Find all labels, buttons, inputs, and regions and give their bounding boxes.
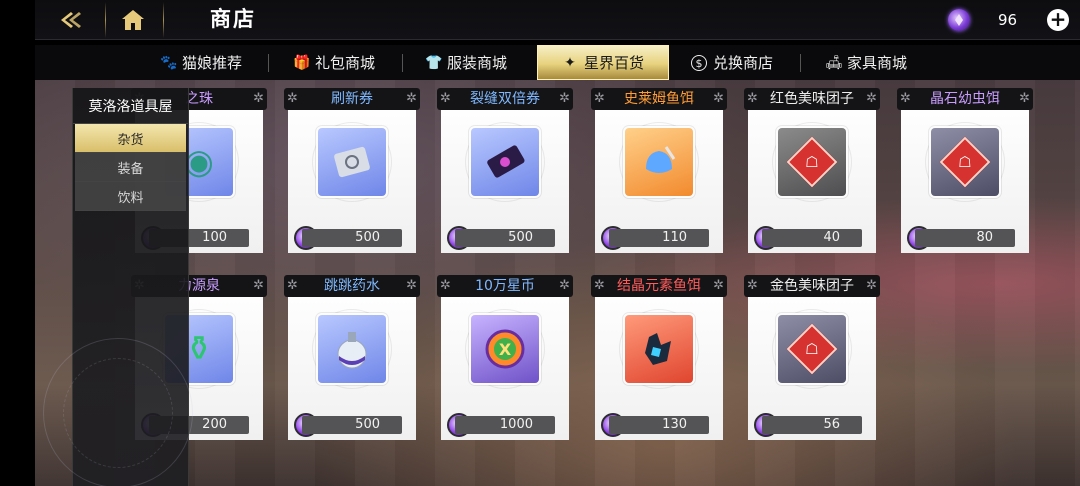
product-card[interactable]: 130 结晶元素鱼饵 — [591, 275, 727, 440]
price-label: 80 — [915, 229, 1015, 247]
product-name: 红色美味团子 — [744, 88, 880, 110]
crystal-larva-bait-icon: ☖ — [931, 128, 999, 196]
side-panel-title: 莫洛洛道具屋 — [73, 88, 188, 124]
product-card[interactable]: 500 刷新券 — [284, 88, 420, 253]
card-body: 110 — [595, 100, 723, 253]
red-dango-icon: ☖ — [778, 128, 846, 196]
slime-bait-icon — [625, 128, 693, 196]
double-ticket-icon — [471, 128, 539, 196]
product-card[interactable]: ☖ 40 红色美味团子 — [744, 88, 880, 253]
category-side-panel: 莫洛洛道具屋 杂货 装备 饮料 — [43, 88, 193, 486]
card-body: ☖ 40 — [748, 100, 876, 253]
gold-dango-icon: ☖ — [778, 315, 846, 383]
product-name: 裂缝双倍券 — [437, 88, 573, 110]
jump-potion-icon — [318, 315, 386, 383]
card-body: X 1000 — [441, 287, 569, 440]
product-name: 晶石幼虫饵 — [897, 88, 1033, 110]
seal-graphic: ☖ — [786, 323, 838, 375]
category-equipment[interactable]: 装备 — [75, 153, 186, 182]
price-label: 500 — [302, 229, 402, 247]
card-body: 500 — [441, 100, 569, 253]
product-name: 跳跳药水 — [284, 275, 420, 297]
card-body: 130 — [595, 287, 723, 440]
category-drinks[interactable]: 饮料 — [75, 182, 186, 211]
potion-graphic — [337, 332, 367, 369]
coin-graphic: X — [485, 329, 525, 369]
card-body: ☖ 56 — [748, 287, 876, 440]
card-body: 500 — [288, 100, 416, 253]
svg-text:X: X — [499, 340, 512, 359]
ticket-graphic — [334, 146, 370, 178]
price-label: 1000 — [455, 416, 555, 434]
product-name: 史莱姆鱼饵 — [591, 88, 727, 110]
product-card[interactable]: ☖ 56 金色美味团子 — [744, 275, 880, 440]
seal-graphic: ☖ — [939, 136, 991, 188]
product-name: 结晶元素鱼饵 — [591, 275, 727, 297]
ticket-graphic — [487, 145, 525, 178]
product-card[interactable]: X 1000 10万星币 — [437, 275, 573, 440]
card-body: ☖ 80 — [901, 100, 1029, 253]
slime-graphic — [646, 146, 676, 173]
category-sundries[interactable]: 杂货 — [75, 124, 186, 153]
price-label: 56 — [762, 416, 862, 434]
product-name: 金色美味团子 — [744, 275, 880, 297]
crystal-element-bait-icon — [625, 315, 693, 383]
star-coin-icon: X — [471, 315, 539, 383]
seal-graphic: ☖ — [786, 136, 838, 188]
price-label: 110 — [609, 229, 709, 247]
refresh-ticket-icon — [318, 128, 386, 196]
magic-circle-decoration — [63, 358, 173, 468]
product-name: 刷新券 — [284, 88, 420, 110]
price-label: 500 — [455, 229, 555, 247]
product-card[interactable]: 110 史莱姆鱼饵 — [591, 88, 727, 253]
card-body: 500 — [288, 287, 416, 440]
price-label: 40 — [762, 229, 862, 247]
product-name: 10万星币 — [437, 275, 573, 297]
product-card[interactable]: ☖ 80 晶石幼虫饵 — [897, 88, 1033, 253]
price-label: 500 — [302, 416, 402, 434]
product-card[interactable]: 500 裂缝双倍券 — [437, 88, 573, 253]
product-card[interactable]: 500 跳跳药水 — [284, 275, 420, 440]
crystal-graphic — [645, 333, 671, 365]
price-label: 130 — [609, 416, 709, 434]
